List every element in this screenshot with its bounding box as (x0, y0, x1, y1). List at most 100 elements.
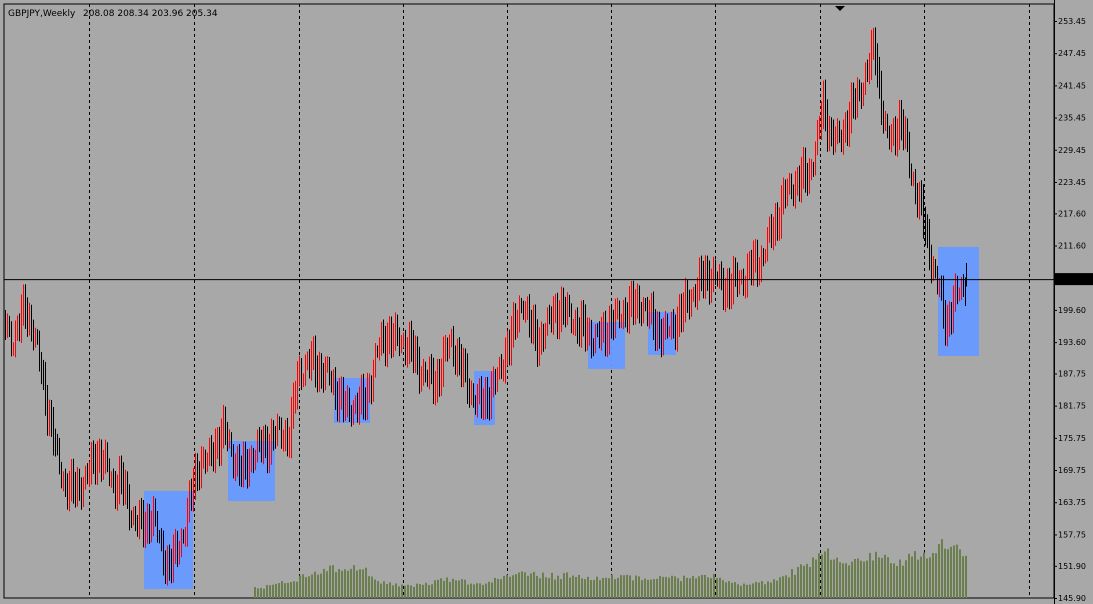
volume-bar (629, 575, 631, 598)
volume-bar (707, 577, 709, 598)
volume-bar (419, 584, 421, 598)
volume-bar (755, 581, 757, 598)
y-tick-label: 235.45 (1058, 114, 1086, 123)
volume-bar (815, 559, 817, 598)
volume-bar (581, 578, 583, 598)
volume-bar (776, 580, 778, 598)
volume-bar (617, 577, 619, 598)
volume-bar (302, 574, 304, 598)
volume-bar (545, 577, 547, 598)
volume-bar (743, 583, 745, 598)
volume-bar (590, 580, 592, 598)
volume-bar (263, 588, 265, 598)
volume-bar (716, 577, 718, 598)
volume-bar (944, 548, 946, 598)
volume-bar (344, 569, 346, 598)
volume-bar (536, 575, 538, 598)
volume-bar (305, 577, 307, 598)
volume-bar (626, 574, 628, 598)
volume-bar (911, 556, 913, 598)
volume-bar (806, 563, 808, 598)
y-tick-label: 199.60 (1058, 306, 1086, 315)
volume-bar (551, 572, 553, 598)
volume-bar (854, 558, 856, 598)
volume-bar (323, 568, 325, 598)
volume-bar (461, 579, 463, 598)
volume-bar (530, 573, 532, 598)
volume-bar (602, 578, 604, 598)
volume-bar (797, 566, 799, 598)
volume-bar (578, 574, 580, 598)
volume-bar (782, 576, 784, 598)
volume-bar (938, 544, 940, 598)
volume-bar (257, 588, 259, 598)
volume-bar (377, 581, 379, 598)
volume-bar (347, 570, 349, 598)
volume-bar (863, 561, 865, 598)
volume-bar (554, 579, 556, 598)
volume-bar (881, 557, 883, 598)
volume-bar (698, 576, 700, 598)
price-axis-panel (1054, 0, 1093, 604)
volume-bar (311, 574, 313, 598)
volume-bar (695, 578, 697, 598)
volume-bar (788, 577, 790, 598)
volume-bar (338, 568, 340, 598)
volume-bar (899, 559, 901, 598)
volume-bar (584, 579, 586, 598)
volume-bar (923, 552, 925, 598)
volume-bar (458, 580, 460, 598)
y-tick-label: 217.60 (1058, 209, 1086, 218)
volume-bar (704, 574, 706, 598)
volume-bar (959, 549, 961, 598)
volume-bar (926, 558, 928, 598)
volume-bar (572, 575, 574, 598)
volume-bar (671, 575, 673, 598)
volume-bar (809, 567, 811, 598)
volume-bar (893, 563, 895, 598)
volume-bar (734, 582, 736, 598)
volume-bar (494, 577, 496, 598)
volume-bar (395, 583, 397, 598)
y-tick-label: 145.90 (1058, 594, 1086, 603)
volume-bar (518, 572, 520, 598)
volume-bar (668, 577, 670, 598)
volume-bar (824, 551, 826, 598)
volume-bar (878, 557, 880, 598)
volume-bar (383, 581, 385, 598)
volume-bar (386, 584, 388, 598)
volume-bar (608, 578, 610, 598)
volume-bar (896, 565, 898, 598)
volume-bar (308, 576, 310, 598)
volume-bar (956, 544, 958, 598)
chart-window[interactable]: 253.45 247.45 241.45 235.45 229.45 223.45 217.… (0, 0, 1093, 604)
volume-bar (803, 565, 805, 598)
volume-bar (833, 559, 835, 598)
volume-bar (593, 579, 595, 598)
volume-bar (434, 580, 436, 598)
volume-bar (947, 549, 949, 598)
volume-bar (506, 574, 508, 598)
y-tick-label: 253.45 (1058, 17, 1086, 26)
volume-bar (965, 555, 967, 598)
volume-bar (437, 579, 439, 598)
volume-bar (479, 583, 481, 598)
volume-bar (623, 575, 625, 598)
y-tick-label: 157.75 (1058, 530, 1086, 539)
volume-bar (320, 573, 322, 598)
volume-bar (266, 584, 268, 598)
volume-bar (866, 560, 868, 598)
price-chart[interactable]: 253.45 247.45 241.45 235.45 229.45 223.45 217.… (0, 0, 1093, 604)
volume-bar (731, 582, 733, 598)
y-tick-label: 229.45 (1058, 146, 1086, 155)
volume-bar (932, 553, 934, 598)
price-axis: 253.45 247.45 241.45 235.45 229.45 223.45 217.… (1054, 0, 1093, 604)
volume-bar (770, 582, 772, 598)
y-tick-label: 169.75 (1058, 466, 1086, 475)
volume-bar (644, 578, 646, 598)
y-tick-label: 163.75 (1058, 498, 1086, 507)
volume-bar (488, 581, 490, 598)
volume-bar (884, 554, 886, 598)
volume-bar (380, 583, 382, 598)
volume-bar (890, 563, 892, 598)
